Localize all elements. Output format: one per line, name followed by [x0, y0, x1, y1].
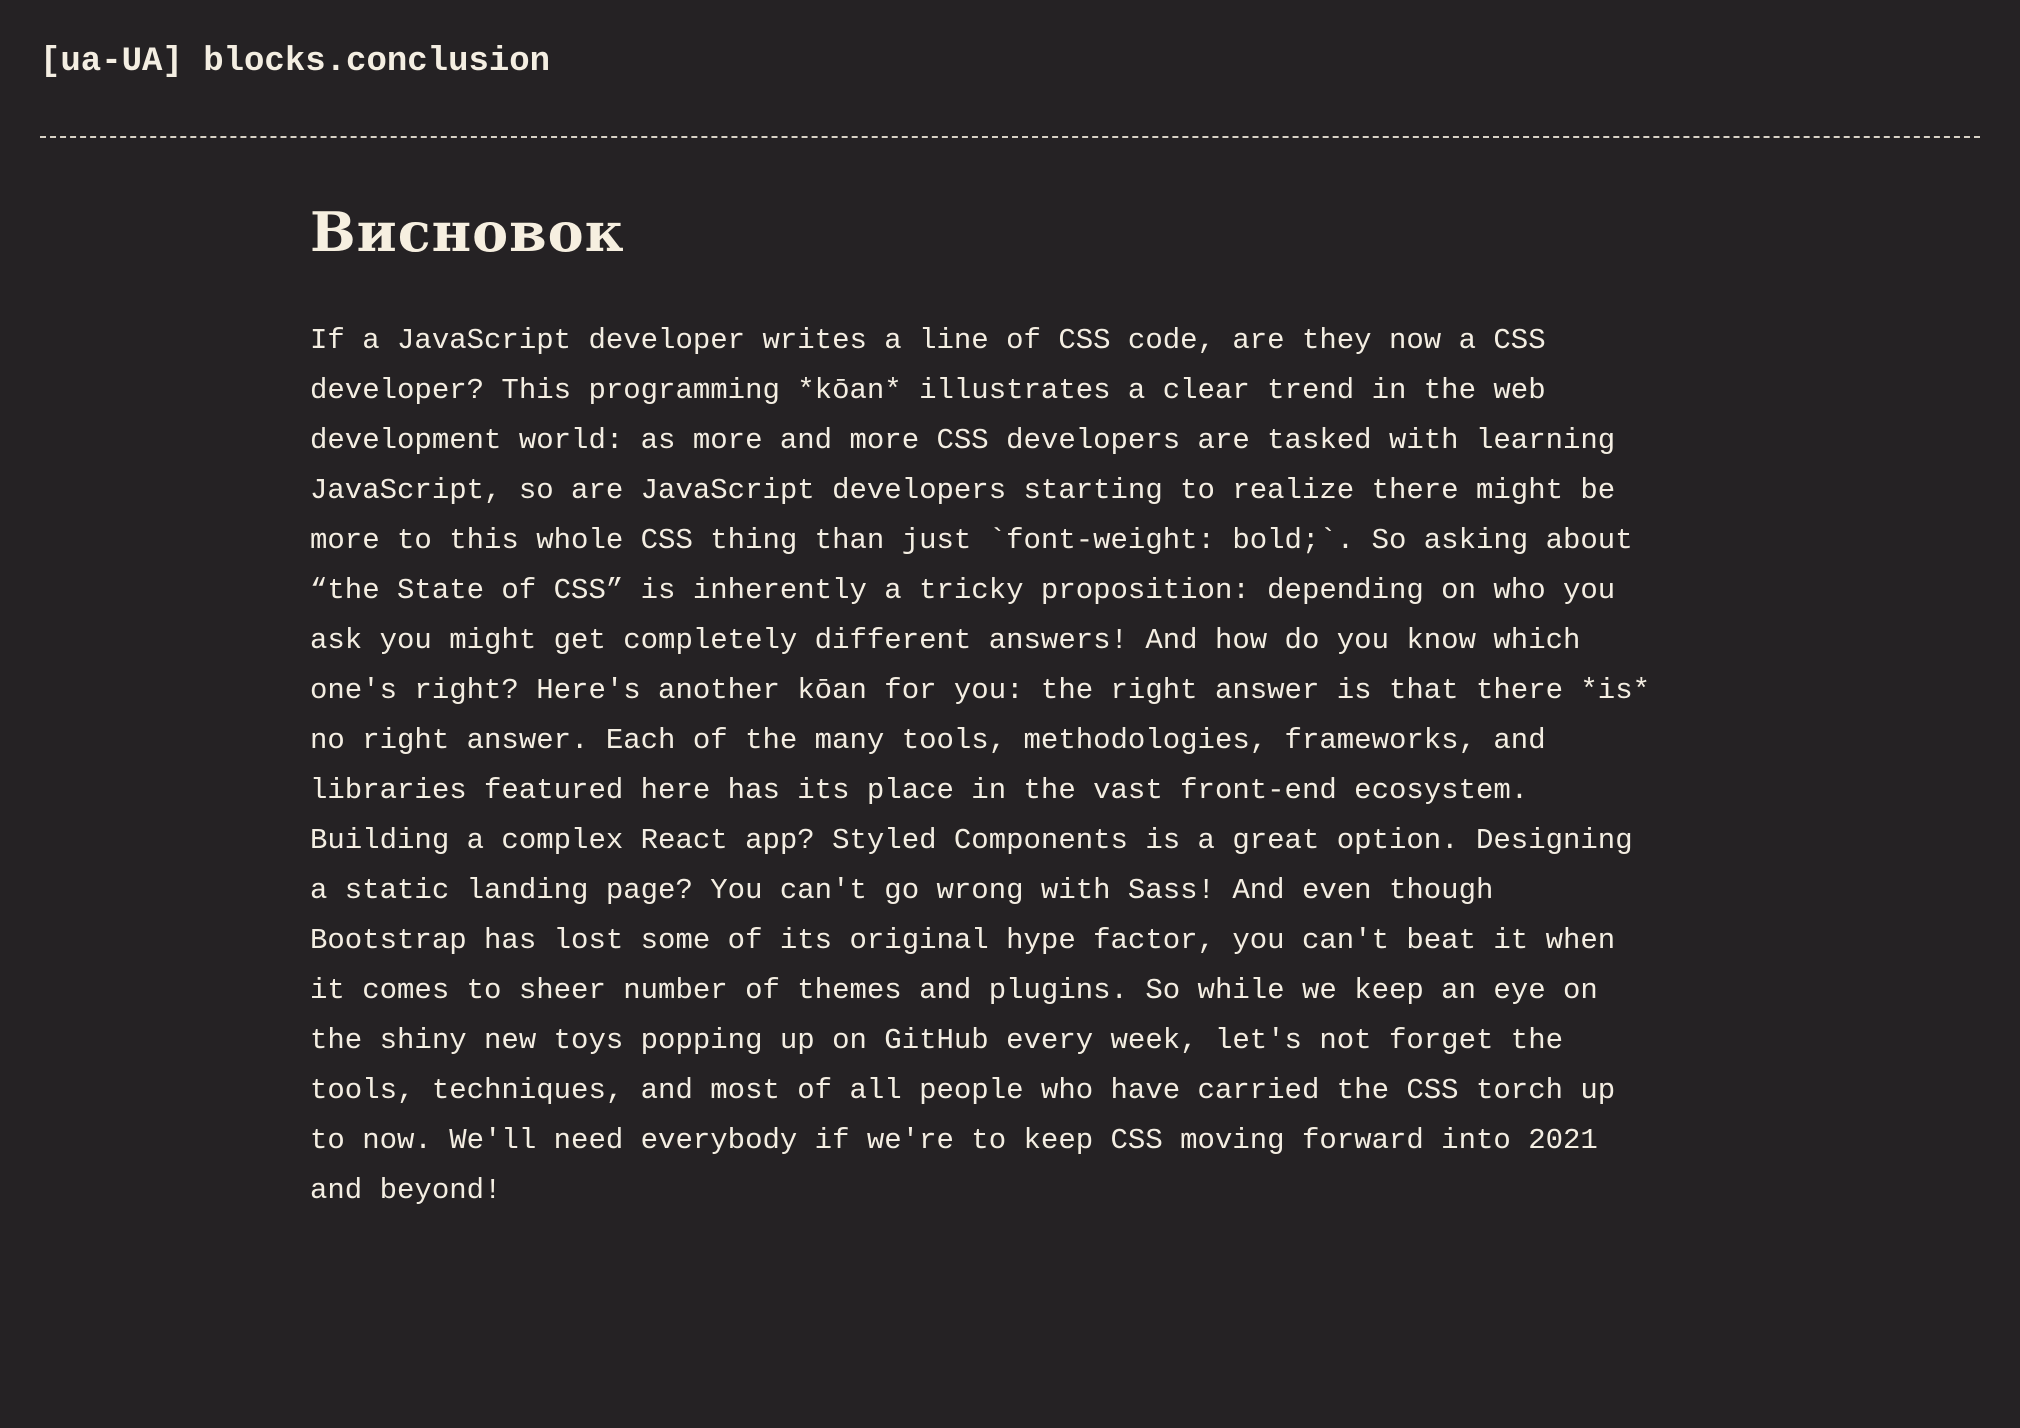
conclusion-line: and beyond! [310, 1174, 502, 1207]
conclusion-line: no right answer. Each of the many tools,… [310, 724, 1546, 757]
block-key-title: [ua-UA] blocks.conclusion [40, 43, 551, 81]
conclusion-line: JavaScript, so are JavaScript developers… [310, 474, 1616, 507]
conclusion-line: “the State of CSS” is inherently a trick… [310, 574, 1616, 607]
conclusion-line: If a JavaScript developer writes a line … [310, 324, 1546, 357]
conclusion-line: one's right? Here's another kōan for you… [310, 674, 1651, 707]
conclusion-line: ask you might get completely different a… [310, 624, 1581, 657]
conclusion-heading: Висновок [310, 200, 625, 264]
dashed-divider [40, 136, 1980, 138]
conclusion-line: to now. We'll need everybody if we're to… [310, 1124, 1598, 1157]
conclusion-line: a static landing page? You can't go wron… [310, 874, 1494, 907]
conclusion-block: Висновок If a JavaScript developer write… [310, 190, 1705, 1216]
conclusion-line: Bootstrap has lost some of its original … [310, 924, 1616, 957]
conclusion-line: more to this whole CSS thing than just `… [310, 524, 1633, 557]
conclusion-line: Building a complex React app? Styled Com… [310, 824, 1633, 857]
conclusion-line: developer? This programming *kōan* illus… [310, 374, 1546, 407]
conclusion-line: development world: as more and more CSS … [310, 424, 1616, 457]
conclusion-body: If a JavaScript developer writes a line … [310, 316, 1705, 1216]
conclusion-line: libraries featured here has its place in… [310, 774, 1529, 807]
conclusion-line: the shiny new toys popping up on GitHub … [310, 1024, 1564, 1057]
conclusion-line: tools, techniques, and most of all peopl… [310, 1074, 1616, 1107]
conclusion-line: it comes to sheer number of themes and p… [310, 974, 1598, 1007]
